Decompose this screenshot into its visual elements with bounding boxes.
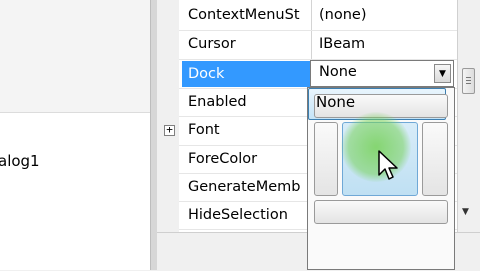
designer-surface[interactable]: alog1	[0, 0, 150, 270]
scroll-down-arrow-icon[interactable]: ▼	[462, 207, 469, 217]
property-name: Dock	[182, 61, 310, 87]
property-name: ContextMenuSt	[188, 7, 300, 23]
property-value[interactable]: IBeam	[319, 36, 365, 52]
scrollbar-thumb[interactable]	[462, 68, 475, 94]
property-name: GenerateMemb	[188, 179, 301, 195]
property-name: Enabled	[188, 94, 247, 110]
dock-bottom-button[interactable]	[314, 200, 448, 224]
property-value[interactable]: (none)	[319, 7, 367, 23]
dock-right-button[interactable]	[422, 122, 448, 196]
designer-toolbar-strip	[0, 0, 150, 113]
dock-fill-button[interactable]	[342, 122, 418, 196]
property-name: Font	[188, 122, 220, 138]
component-label[interactable]: alog1	[0, 152, 40, 170]
dock-value-combobox[interactable]: None ▼	[310, 60, 454, 87]
dock-none-label: None	[316, 93, 356, 111]
dock-editor-popup: None	[307, 87, 455, 270]
property-name: HideSelection	[188, 207, 288, 223]
property-name: Cursor	[188, 36, 236, 52]
component-tray[interactable]	[0, 113, 150, 270]
dropdown-arrow-icon[interactable]: ▼	[434, 64, 451, 83]
property-row-contextmenustrip[interactable]: ContextMenuSt (none)	[157, 2, 457, 30]
property-row-cursor[interactable]: Cursor IBeam	[157, 31, 457, 59]
expand-plus-icon[interactable]: +	[164, 124, 175, 136]
dock-left-button[interactable]	[314, 122, 338, 196]
dock-current-value: None	[319, 64, 357, 80]
property-grid-scrollbar[interactable]: ▼	[457, 0, 480, 232]
property-name: ForeColor	[188, 151, 258, 167]
